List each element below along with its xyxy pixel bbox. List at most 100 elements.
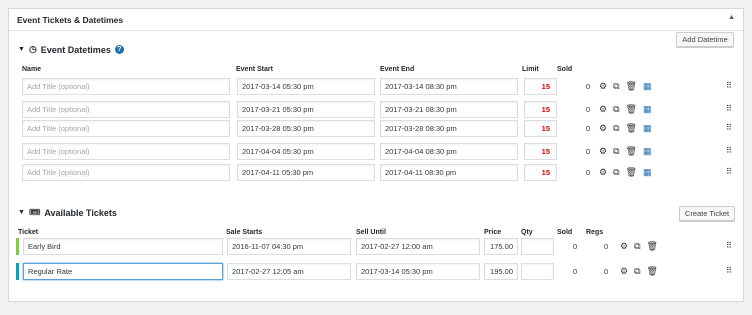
event-start-input[interactable]: 2017-04-04 05:30 pm [237,143,375,160]
ticket-name-input[interactable]: Early Bird [23,238,223,255]
tickets-title: Available Tickets [44,207,117,218]
sold-count: 0 [586,124,591,133]
clone-icon[interactable]: ⧉ [613,167,619,178]
datetime-actions: ⚙ ⧉ 🗑 ▦ [599,104,651,115]
triangle-down-icon[interactable]: ▼ [18,46,25,53]
trash-icon[interactable]: 🗑 [626,81,637,92]
qty-input[interactable] [521,263,554,280]
event-start-input[interactable]: 2017-04-11 05:30 pm [237,164,375,181]
sale-starts-input[interactable]: 2016-11-07 04:30 pm [227,238,351,255]
limit-input[interactable]: 15 [524,101,557,118]
tickets-assign-icon[interactable]: ▦ [643,123,652,134]
event-end-input[interactable]: 2017-03-28 08:30 pm [380,120,518,137]
drag-handle-icon[interactable]: ⠿ [726,104,732,113]
price-input[interactable]: 195.00 [484,263,518,280]
datetime-name-input[interactable]: Add Title (optional) [22,143,230,160]
ticket-actions: ⚙ ⧉ 🗑 [620,266,658,277]
ticket-actions: ⚙ ⧉ 🗑 [620,241,658,252]
col-limit: Limit [522,66,539,73]
event-start-input[interactable]: 2017-03-14 05:30 pm [237,78,375,95]
clone-icon[interactable]: ⧉ [613,104,619,115]
col-ticket: Ticket [18,229,39,236]
datetime-name-input[interactable]: Add Title (optional) [22,78,230,95]
ticket-sold-count: 0 [573,267,578,276]
datetimes-section-title[interactable]: ▼ ◷ Event Datetimes ? [18,44,124,55]
ticket-regs-count: 0 [604,242,609,251]
clock-icon: ◷ [28,44,37,54]
clone-icon[interactable]: ⧉ [634,241,640,252]
col-sold: Sold [557,229,573,236]
trash-icon[interactable]: 🗑 [647,266,658,277]
event-start-input[interactable]: 2017-03-21 05:30 pm [237,101,375,118]
event-end-input[interactable]: 2017-03-14 08:30 pm [380,78,518,95]
tickets-section-title[interactable]: ▼ 🎟 Available Tickets [18,207,117,218]
trash-icon[interactable]: 🗑 [626,123,637,134]
col-sell-until: Sell Until [356,229,386,236]
event-start-input[interactable]: 2017-03-28 05:30 pm [237,120,375,137]
gear-icon[interactable]: ⚙ [599,123,607,134]
clone-icon[interactable]: ⧉ [613,146,619,157]
drag-handle-icon[interactable]: ⠿ [726,167,732,176]
triangle-down-icon[interactable]: ▼ [18,209,25,216]
gear-icon[interactable]: ⚙ [599,81,607,92]
col-qty: Qty [521,229,533,236]
caret-up-icon[interactable]: ▲ [728,14,735,21]
create-ticket-button[interactable]: Create Ticket [679,206,735,221]
col-price: Price [484,229,502,236]
clone-icon[interactable]: ⧉ [613,81,619,92]
tickets-assign-icon[interactable]: ▦ [643,146,652,157]
qty-input[interactable] [521,238,554,255]
add-datetime-button[interactable]: Add Datetime [676,32,734,47]
col-sold: Sold [557,66,573,73]
event-end-input[interactable]: 2017-03-21 08:30 pm [380,101,518,118]
gear-icon[interactable]: ⚙ [599,104,607,115]
col-sale-starts: Sale Starts [226,229,263,236]
datetime-name-input[interactable]: Add Title (optional) [22,120,230,137]
gear-icon[interactable]: ⚙ [620,241,628,252]
ticket-regs-count: 0 [604,267,609,276]
drag-handle-icon[interactable]: ⠿ [726,123,732,132]
drag-handle-icon[interactable]: ⠿ [726,81,732,90]
gear-icon[interactable]: ⚙ [620,266,628,277]
sale-starts-input[interactable]: 2017-02-27 12:05 am [227,263,351,280]
drag-handle-icon[interactable]: ⠿ [726,146,732,155]
col-name: Name [22,66,42,73]
col-regs: Regs [586,229,604,236]
trash-icon[interactable]: 🗑 [626,146,637,157]
gear-icon[interactable]: ⚙ [599,146,607,157]
trash-icon[interactable]: 🗑 [626,167,637,178]
limit-input[interactable]: 15 [524,78,557,95]
tickets-assign-icon[interactable]: ▦ [643,167,652,178]
event-end-input[interactable]: 2017-04-04 08:30 pm [380,143,518,160]
datetime-actions: ⚙ ⧉ 🗑 ▦ [599,123,651,134]
ticket-name-input[interactable]: Regular Rate [23,263,223,280]
price-input[interactable]: 175.00 [484,238,518,255]
event-end-input[interactable]: 2017-04-11 08:30 pm [380,164,518,181]
drag-handle-icon[interactable]: ⠿ [726,241,732,250]
panel-header[interactable]: Event Tickets & Datetimes ▲ [9,9,743,31]
tickets-assign-icon[interactable]: ▦ [643,81,652,92]
clone-icon[interactable]: ⧉ [634,266,640,277]
trash-icon[interactable]: 🗑 [647,241,658,252]
datetime-name-input[interactable]: Add Title (optional) [22,164,230,181]
limit-input[interactable]: 15 [524,120,557,137]
datetime-actions: ⚙ ⧉ 🗑 ▦ [599,81,651,92]
sell-until-input[interactable]: 2017-02-27 12:00 am [356,238,480,255]
datetime-actions: ⚙ ⧉ 🗑 ▦ [599,146,651,157]
gear-icon[interactable]: ⚙ [599,167,607,178]
ticket-status-bar [16,238,19,255]
limit-input[interactable]: 15 [524,143,557,160]
datetime-actions: ⚙ ⧉ 🗑 ▦ [599,167,651,178]
datetimes-title: Event Datetimes [40,44,111,55]
tickets-icon: 🎟 [28,207,41,217]
limit-input[interactable]: 15 [524,164,557,181]
sell-until-input[interactable]: 2017-03-14 05:30 pm [356,263,480,280]
sold-count: 0 [586,147,591,156]
trash-icon[interactable]: 🗑 [626,104,637,115]
help-icon[interactable]: ? [114,45,124,54]
clone-icon[interactable]: ⧉ [613,123,619,134]
datetime-name-input[interactable]: Add Title (optional) [22,101,230,118]
panel-title: Event Tickets & Datetimes [17,15,124,25]
tickets-assign-icon[interactable]: ▦ [643,104,652,115]
drag-handle-icon[interactable]: ⠿ [726,266,732,275]
